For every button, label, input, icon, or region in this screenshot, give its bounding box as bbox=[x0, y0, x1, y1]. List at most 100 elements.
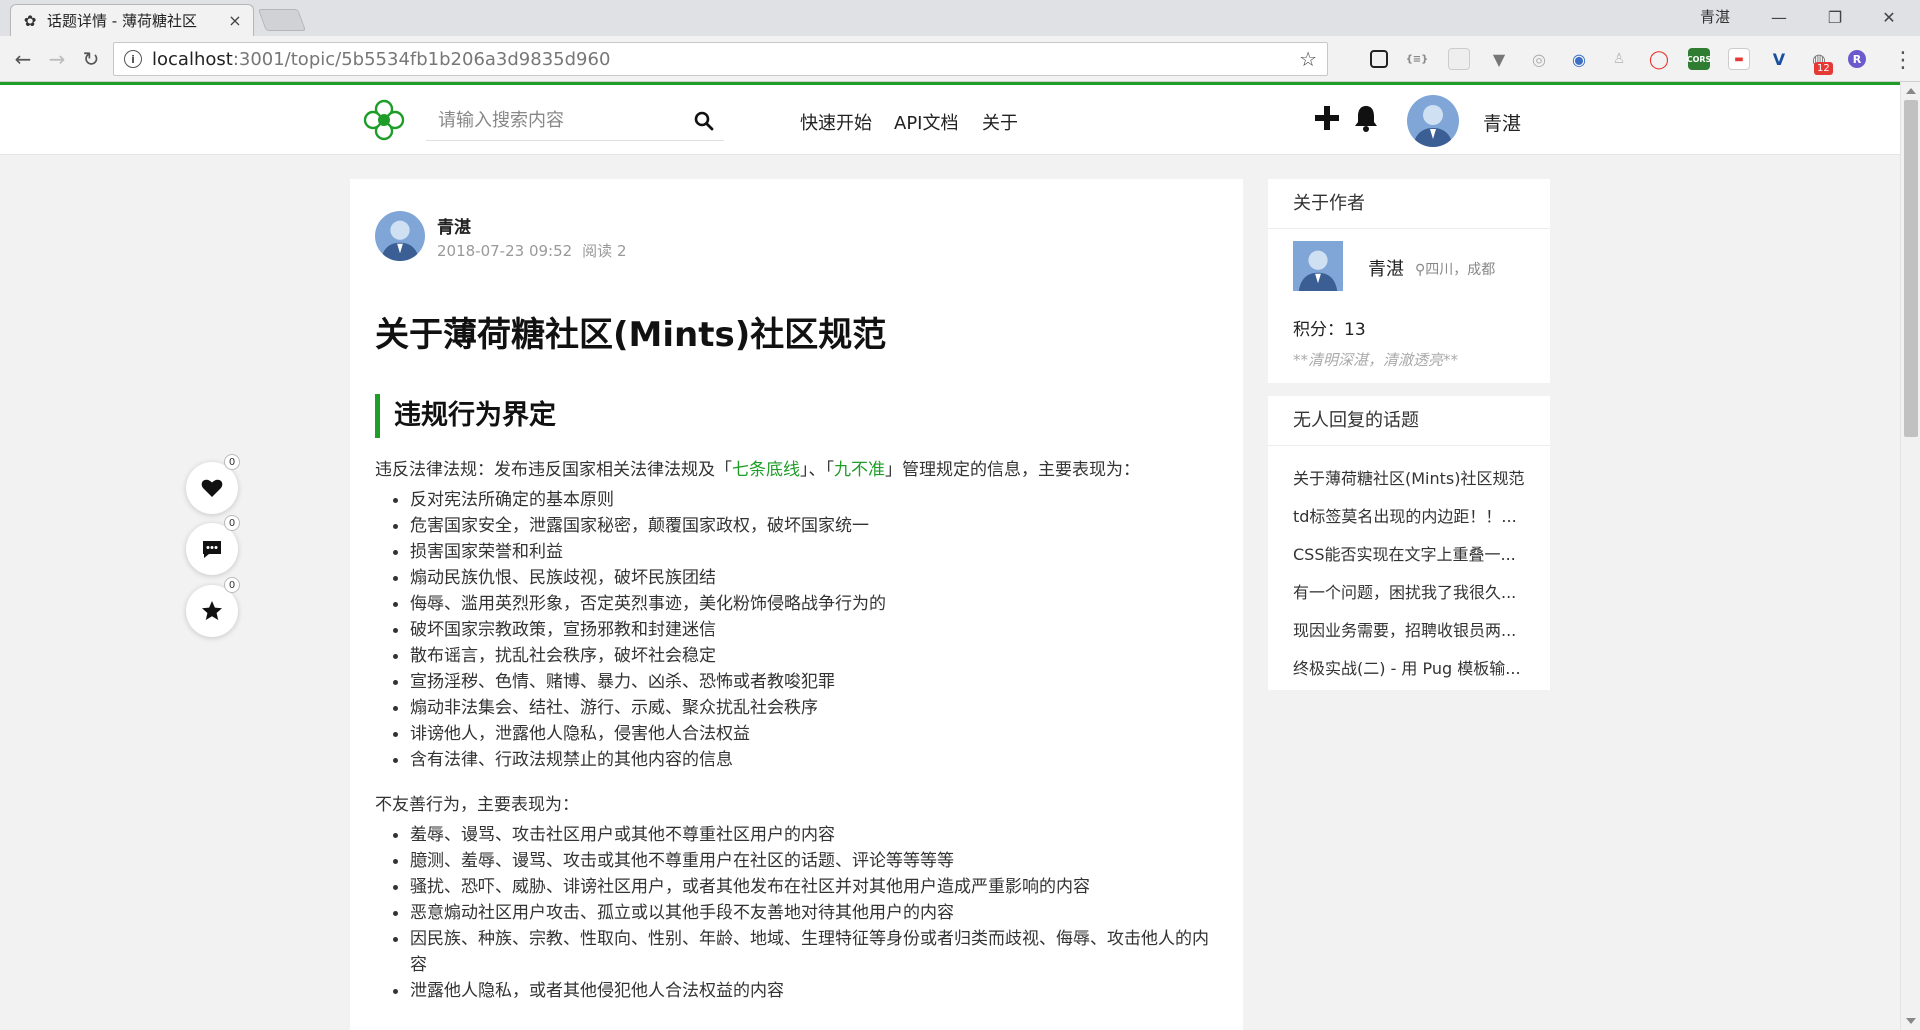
extension-opera-icon[interactable]: ◯ bbox=[1648, 48, 1670, 70]
topic-link[interactable]: td标签莫名出现的内边距！！... bbox=[1293, 498, 1525, 536]
list-item: 羞辱、谩骂、攻击社区用户或其他不尊重社区用户的内容 bbox=[375, 822, 1225, 848]
unreplied-topics-title: 无人回复的话题 bbox=[1268, 396, 1550, 446]
article-title: 关于薄荷糖社区(Mints)社区规范 bbox=[375, 315, 887, 355]
list-item: 反对宪法所确定的基本原则 bbox=[375, 487, 1225, 513]
url-host: localhost bbox=[152, 48, 233, 70]
list-item: 臆测、羞辱、谩骂、攻击或其他不尊重用户在社区的话题、评论等等等等 bbox=[375, 848, 1225, 874]
list-item: 散布谣言，扰乱社会秩序，破坏社会稳定 bbox=[375, 643, 1225, 669]
tab-close-icon[interactable]: × bbox=[227, 11, 243, 30]
seven-baselines-link[interactable]: 七条底线 bbox=[732, 460, 800, 480]
new-tab-button[interactable] bbox=[257, 9, 307, 31]
list-item: 危害国家安全，泄露国家秘密，颠覆国家政权，破坏国家统一 bbox=[375, 513, 1225, 539]
extension-r-icon[interactable]: R bbox=[1848, 50, 1866, 68]
list-item: 含有法律、行政法规禁止的其他内容的信息 bbox=[375, 747, 1225, 773]
intro-paragraph: 违反法律法规：发布违反国家相关法律法规及「七条底线」、「九不准」管理规定的信息，… bbox=[375, 455, 1140, 480]
topic-link[interactable]: 终极实战(二) - 用 Pug 模板输... bbox=[1293, 650, 1525, 688]
article-reads: 阅读 2 bbox=[582, 242, 627, 260]
extension-blank-icon[interactable] bbox=[1448, 48, 1470, 70]
tab-title: 话题详情 - 薄荷糖社区 bbox=[47, 12, 197, 30]
window-profile-name[interactable]: 青湛 bbox=[1700, 6, 1730, 27]
list-item: 泄露他人隐私，或者其他侵犯他人合法权益的内容 bbox=[375, 978, 1225, 1004]
comment-icon bbox=[203, 541, 221, 558]
nav-api-docs[interactable]: API文档 bbox=[894, 109, 958, 135]
nine-prohibitions-link[interactable]: 九不准 bbox=[834, 460, 885, 480]
scrollbar-thumb[interactable] bbox=[1904, 100, 1918, 437]
extension-v-icon[interactable]: V bbox=[1768, 48, 1790, 70]
list-item: 损害国家荣誉和利益 bbox=[375, 539, 1225, 565]
intro-mid: 」、「 bbox=[800, 460, 834, 480]
topic-link[interactable]: 有一个问题，困扰我了我很久... bbox=[1293, 574, 1525, 612]
site-info-icon[interactable]: i bbox=[124, 50, 142, 68]
reload-icon[interactable]: ↻ bbox=[78, 46, 104, 72]
article-author-avatar[interactable] bbox=[375, 211, 425, 261]
site-header: 快速开始 API文档 关于 青湛 bbox=[0, 85, 1900, 155]
list-item: 侮辱、滥用英烈形象，否定英烈事迹，美化粉饰侵略战争行为的 bbox=[375, 591, 1225, 617]
bookmark-star-icon[interactable]: ☆ bbox=[1299, 47, 1317, 71]
extension-globe-icon[interactable]: ◉ bbox=[1568, 48, 1590, 70]
nav-quick-start[interactable]: 快速开始 bbox=[800, 109, 872, 135]
scroll-down-icon[interactable] bbox=[1906, 1018, 1916, 1024]
back-icon[interactable]: ← bbox=[10, 46, 36, 72]
list-item: 宣扬淫秽、色情、赌博、暴力、凶杀、恐怖或者教唆犯罪 bbox=[375, 669, 1225, 695]
about-author-panel: 关于作者 青湛 ⚲四川，成都 积分：13 **清明深湛，清澈透亮** bbox=[1268, 179, 1550, 383]
unfriendly-paragraph: 不友善行为，主要表现为： bbox=[375, 795, 579, 815]
list-item: 破坏国家宗教政策，宣扬邪教和封建迷信 bbox=[375, 617, 1225, 643]
browser-tabbar: ✿ 话题详情 - 薄荷糖社区 × 青湛 — ❐ ✕ bbox=[0, 0, 1920, 36]
page-viewport: 快速开始 API文档 关于 青湛 0 0 0 bbox=[0, 82, 1900, 1030]
page-scrollbar[interactable] bbox=[1900, 82, 1920, 1030]
intro-prefix: 违反法律法规：发布违反国家相关法律法规及「 bbox=[375, 460, 732, 480]
article-meta: 2018-07-23 09:52 阅读 2 bbox=[437, 240, 626, 261]
search-box bbox=[426, 101, 724, 141]
list-item: 恶意煽动社区用户攻击、孤立或以其他手段不友善地对待其他用户的内容 bbox=[375, 900, 1225, 926]
extension-calendar-icon[interactable]: ▬ bbox=[1728, 48, 1750, 70]
site-logo-icon[interactable] bbox=[363, 99, 405, 141]
extension-vue-icon[interactable]: ▼ bbox=[1488, 48, 1510, 70]
extension-badge: 12 bbox=[1814, 62, 1833, 75]
header-user-avatar[interactable] bbox=[1407, 95, 1459, 147]
address-bar[interactable]: i localhost:3001/topic/5b5534fb1b206a3d9… bbox=[113, 42, 1328, 76]
url-path: :3001/topic/5b5534fb1b206a3d9835d960 bbox=[232, 48, 611, 70]
heart-icon bbox=[201, 479, 223, 497]
browser-tab[interactable]: ✿ 话题详情 - 薄荷糖社区 × bbox=[10, 4, 254, 36]
search-icon[interactable] bbox=[694, 111, 714, 131]
unfriendly-list: 羞辱、谩骂、攻击社区用户或其他不尊重社区用户的内容 臆测、羞辱、谩骂、攻击或其他… bbox=[375, 822, 1225, 1004]
site-favicon-icon: ✿ bbox=[23, 11, 37, 30]
article-card: 青湛 2018-07-23 09:52 阅读 2 关于薄荷糖社区(Mints)社区… bbox=[350, 179, 1243, 1030]
extension-cors-icon[interactable]: CORS bbox=[1687, 48, 1711, 70]
intro-suffix: 」管理规定的信息，主要表现为： bbox=[885, 460, 1140, 480]
list-item: 煽动非法集会、结社、游行、示威、聚众扰乱社会秩序 bbox=[375, 695, 1225, 721]
extension-circle-icon[interactable]: ◎ bbox=[1528, 48, 1550, 70]
header-username[interactable]: 青湛 bbox=[1483, 109, 1521, 136]
like-button[interactable]: 0 bbox=[186, 454, 240, 514]
extension-json-icon[interactable]: {≡} bbox=[1406, 48, 1429, 70]
topic-link[interactable]: 现因业务需要，招聘收银员两... bbox=[1293, 612, 1525, 650]
restore-icon[interactable]: ❐ bbox=[1812, 2, 1858, 32]
sidebar-author-name[interactable]: 青湛 bbox=[1368, 255, 1404, 281]
extension-tree-icon[interactable]: ♙ bbox=[1608, 48, 1630, 70]
topic-link[interactable]: 关于薄荷糖社区(Mints)社区规范 bbox=[1293, 460, 1525, 498]
minimize-icon[interactable]: — bbox=[1756, 2, 1802, 32]
sidebar-author-location: ⚲四川，成都 bbox=[1415, 259, 1495, 279]
forward-icon[interactable]: → bbox=[44, 46, 70, 72]
list-item: 煽动民族仇恨、民族歧视，破坏民族团结 bbox=[375, 565, 1225, 591]
new-topic-plus-icon[interactable] bbox=[1312, 103, 1342, 133]
comment-count: 0 bbox=[224, 515, 240, 531]
extension-capture-icon[interactable] bbox=[1370, 50, 1388, 68]
list-item: 骚扰、恐吓、威胁、诽谤社区用户，或者其他发布在社区并对其他用户造成严重影响的内容 bbox=[375, 874, 1225, 900]
about-author-title: 关于作者 bbox=[1268, 179, 1550, 229]
scroll-up-icon[interactable] bbox=[1906, 88, 1916, 94]
topic-link[interactable]: CSS能否实现在文字上重叠一... bbox=[1293, 536, 1525, 574]
section-heading: 违规行为界定 bbox=[375, 394, 556, 438]
sidebar-author-motto: **清明深湛，清澈透亮** bbox=[1293, 351, 1459, 369]
comment-button[interactable]: 0 bbox=[186, 515, 240, 575]
collect-button[interactable]: 0 bbox=[186, 577, 240, 637]
notification-bell-icon[interactable] bbox=[1352, 103, 1380, 133]
location-text: 四川，成都 bbox=[1425, 262, 1496, 278]
collect-count: 0 bbox=[224, 577, 240, 593]
sidebar-author-avatar[interactable] bbox=[1293, 241, 1343, 291]
browser-menu-icon[interactable]: ⋮ bbox=[1892, 48, 1914, 73]
search-input[interactable] bbox=[426, 110, 676, 131]
article-author-name[interactable]: 青湛 bbox=[437, 213, 471, 238]
nav-about[interactable]: 关于 bbox=[982, 109, 1018, 135]
close-window-icon[interactable]: ✕ bbox=[1866, 2, 1912, 32]
